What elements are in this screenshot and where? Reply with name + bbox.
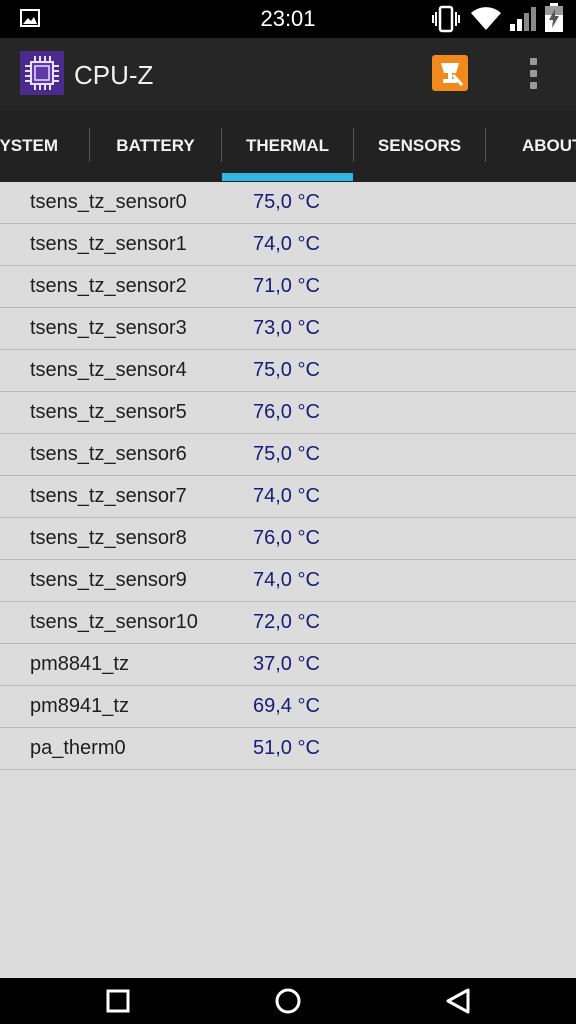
sensor-value: 51,0 °C <box>253 737 320 759</box>
tab-bar: YSTEM BATTERY THERMAL SENSORS ABOUT <box>0 110 576 182</box>
cpu-chip-icon[interactable] <box>20 51 64 95</box>
sensor-value: 37,0 °C <box>253 653 320 675</box>
list-item: tsens_tz_sensor2 71,0 °C <box>0 266 576 308</box>
back-triangle-icon[interactable] <box>444 987 472 1015</box>
sensor-value: 69,4 °C <box>253 695 320 717</box>
list-item: tsens_tz_sensor8 76,0 °C <box>0 518 576 560</box>
list-item: pm8941_tz 69,4 °C <box>0 686 576 728</box>
sensor-name: pm8941_tz <box>30 695 129 717</box>
sensor-name: tsens_tz_sensor3 <box>30 317 187 339</box>
navigation-bar <box>0 978 576 1024</box>
sensor-name: pm8841_tz <box>30 653 129 675</box>
list-item: tsens_tz_sensor7 74,0 °C <box>0 476 576 518</box>
sensor-value: 76,0 °C <box>253 527 320 549</box>
list-item: tsens_tz_sensor6 75,0 °C <box>0 434 576 476</box>
sensor-value: 74,0 °C <box>253 233 320 255</box>
sensor-value: 75,0 °C <box>253 443 320 465</box>
home-circle-icon[interactable] <box>273 987 303 1015</box>
list-item: tsens_tz_sensor9 74,0 °C <box>0 560 576 602</box>
list-item: tsens_tz_sensor4 75,0 °C <box>0 350 576 392</box>
sensor-value: 73,0 °C <box>253 317 320 339</box>
thermal-list: tsens_tz_sensor0 75,0 °C tsens_tz_sensor1… <box>0 182 576 770</box>
sensor-value: 74,0 °C <box>253 569 320 591</box>
sensor-name: tsens_tz_sensor2 <box>30 275 187 297</box>
list-item: tsens_tz_sensor0 75,0 °C <box>0 182 576 224</box>
sensor-value: 75,0 °C <box>253 359 320 381</box>
tab-thermal[interactable]: THERMAL <box>222 110 353 182</box>
validate-button[interactable] <box>432 55 468 91</box>
wifi-icon <box>471 7 501 30</box>
list-item: tsens_tz_sensor5 76,0 °C <box>0 392 576 434</box>
sensor-value: 74,0 °C <box>253 485 320 507</box>
sensor-name: tsens_tz_sensor6 <box>30 443 187 465</box>
app-title: CPU-Z <box>74 60 154 90</box>
signal-icon <box>510 7 536 31</box>
list-item: pm8841_tz 37,0 °C <box>0 644 576 686</box>
trophy-icon <box>441 63 464 87</box>
tab-system[interactable]: YSTEM <box>0 110 88 182</box>
sensor-name: tsens_tz_sensor4 <box>30 359 187 381</box>
overflow-menu-icon[interactable] <box>522 56 546 92</box>
list-item: tsens_tz_sensor10 72,0 °C <box>0 602 576 644</box>
status-bar: 23:01 <box>0 0 576 38</box>
app-bar: CPU-Z <box>0 38 576 110</box>
list-item: tsens_tz_sensor3 73,0 °C <box>0 308 576 350</box>
sensor-name: tsens_tz_sensor8 <box>30 527 187 549</box>
active-tab-indicator <box>222 173 353 181</box>
sensor-value: 72,0 °C <box>253 611 320 633</box>
tab-sensors[interactable]: SENSORS <box>354 110 485 182</box>
sensor-value: 71,0 °C <box>253 275 320 297</box>
sensor-name: tsens_tz_sensor0 <box>30 191 187 213</box>
vibrate-icon <box>432 5 460 33</box>
sensor-name: tsens_tz_sensor5 <box>30 401 187 423</box>
sensor-name: tsens_tz_sensor7 <box>30 485 187 507</box>
battery-charging-icon <box>545 3 563 32</box>
list-item: pa_therm0 51,0 °C <box>0 728 576 770</box>
tab-battery[interactable]: BATTERY <box>90 110 221 182</box>
sensor-name: tsens_tz_sensor9 <box>30 569 187 591</box>
sensor-name: pa_therm0 <box>30 737 126 759</box>
list-item: tsens_tz_sensor1 74,0 °C <box>0 224 576 266</box>
tab-about[interactable]: ABOUT <box>486 110 576 182</box>
sensor-value: 75,0 °C <box>253 191 320 213</box>
recents-square-icon[interactable] <box>105 987 131 1015</box>
sensor-name: tsens_tz_sensor10 <box>30 611 198 633</box>
sensor-name: tsens_tz_sensor1 <box>30 233 187 255</box>
sensor-value: 76,0 °C <box>253 401 320 423</box>
